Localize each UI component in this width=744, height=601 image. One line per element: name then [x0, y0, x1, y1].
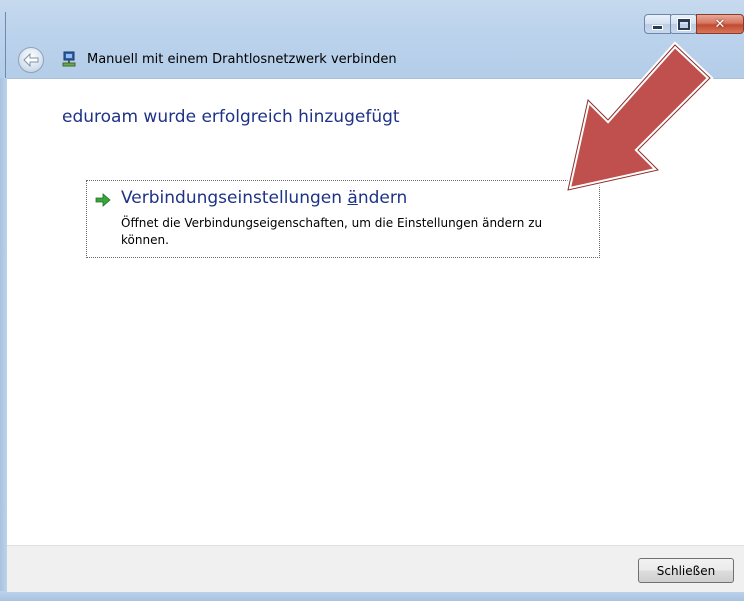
command-link-title: Verbindungseinstellungen ändern	[121, 188, 407, 208]
close-window-button[interactable]: ✕	[696, 14, 744, 34]
command-link-title-start: Verbindungseinstellungen	[121, 188, 348, 208]
window-frame-left	[0, 78, 7, 601]
close-button[interactable]: Schließen	[638, 558, 734, 583]
green-arrow-icon	[95, 193, 111, 207]
main-instruction: eduroam wurde erfolgreich hinzugefügt	[62, 107, 400, 127]
window-frame-bottom	[0, 591, 744, 601]
minimize-icon	[652, 24, 663, 30]
back-button[interactable]	[18, 47, 44, 73]
maximize-icon	[677, 18, 690, 30]
dialog-window: ✕ Manuell mit einem Drahtlosnetzwerk ver…	[0, 0, 744, 601]
wireless-network-icon	[62, 51, 76, 67]
window-title: Manuell mit einem Drahtlosnetzwerk verbi…	[87, 52, 397, 67]
footer-bar: Schließen	[7, 545, 744, 592]
maximize-button[interactable]	[670, 14, 697, 34]
back-arrow-icon	[23, 53, 39, 67]
change-connection-settings-link[interactable]: Verbindungseinstellungen ändern Öffnet d…	[86, 180, 600, 258]
title-bar[interactable]	[0, 0, 744, 79]
content-area: eduroam wurde erfolgreich hinzugefügt Ve…	[7, 79, 744, 545]
close-icon: ✕	[714, 16, 726, 32]
minimize-button[interactable]	[644, 14, 671, 34]
caption-buttons: ✕	[644, 14, 744, 35]
command-link-accesskey: ä	[347, 188, 358, 208]
command-link-description: Öffnet die Verbindungseigenschaften, um …	[121, 216, 543, 247]
command-link-title-end: ndern	[357, 188, 408, 208]
